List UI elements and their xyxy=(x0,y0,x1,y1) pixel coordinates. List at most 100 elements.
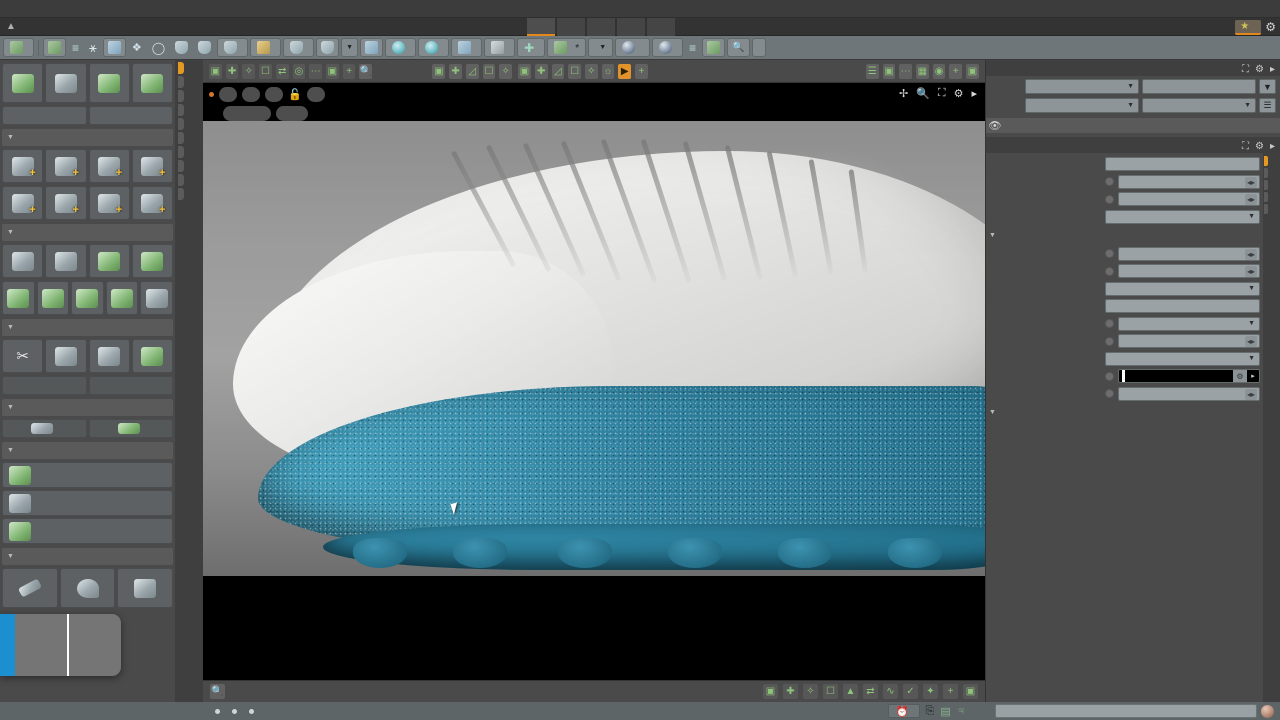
render-density-input[interactable]: ◂▸ xyxy=(1118,192,1260,206)
layout-tab-render[interactable] xyxy=(617,18,645,36)
sidebar-tab-create[interactable] xyxy=(178,62,184,74)
add-layer-dropdown[interactable]: ▼ xyxy=(1142,98,1256,113)
expand-properties-icon[interactable]: ⛶ xyxy=(1242,141,1249,152)
topology-pen-button[interactable] xyxy=(131,244,173,278)
list-view-icon[interactable]: ☰ xyxy=(864,62,880,80)
bottom-wave-icon[interactable]: ∿ xyxy=(882,683,899,700)
command-run-icon[interactable] xyxy=(1261,704,1274,718)
viewport-camera-dropdown[interactable] xyxy=(223,105,271,121)
image-view-icon[interactable]: ▦ xyxy=(915,62,930,80)
random-seed-input[interactable]: ◂▸ xyxy=(1118,174,1260,189)
layers-view-icon[interactable]: ▣ xyxy=(881,62,897,80)
quick-align-button[interactable] xyxy=(2,419,87,438)
rotate-item-icon[interactable]: ◿ xyxy=(464,62,480,80)
add-viewport-icon[interactable]: + xyxy=(634,62,649,80)
tack-tool-button[interactable] xyxy=(2,490,173,516)
spinner-icon[interactable]: ◂▸ xyxy=(1245,388,1257,400)
polygon-mode-button[interactable] xyxy=(194,38,215,57)
section-header-measure[interactable]: ▼ xyxy=(2,548,173,565)
move-item-icon[interactable]: ✚ xyxy=(448,62,463,80)
create-shape-tool-button[interactable] xyxy=(88,63,130,103)
ground-align-button[interactable] xyxy=(88,419,173,438)
bottom-move-icon[interactable]: ✚ xyxy=(782,683,799,700)
viewports-button[interactable] xyxy=(3,38,34,57)
lock-icon[interactable]: 🔓 xyxy=(288,88,302,101)
prop-tab-user-channels[interactable] xyxy=(1264,192,1268,202)
sketch-button[interactable] xyxy=(105,281,139,315)
spinner-icon[interactable]: ◂▸ xyxy=(1245,176,1257,188)
density-vmap-dropdown[interactable]: ▼ xyxy=(1105,209,1260,224)
layout-tab-animate[interactable] xyxy=(587,18,615,36)
section-header-draw[interactable]: ▼ xyxy=(2,224,173,241)
mesh-paint-button[interactable] xyxy=(2,462,173,488)
section-header-primitives[interactable]: ▼ xyxy=(2,129,173,146)
bottom-item-icon[interactable]: ▣ xyxy=(762,683,779,700)
shader-filter-dropdown[interactable]: ▼ xyxy=(1025,98,1139,113)
bounds-button[interactable] xyxy=(250,38,282,57)
section-header-place[interactable]: ▼ xyxy=(2,442,173,459)
section-header-align[interactable]: ▼ xyxy=(2,399,173,416)
symmetry-button[interactable] xyxy=(484,38,516,57)
select-through-button[interactable] xyxy=(102,38,126,57)
zoom-viewport-icon[interactable]: 🔍 xyxy=(916,87,930,100)
unmerge-button[interactable] xyxy=(2,376,87,395)
tool-search-icon[interactable]: 🔍 xyxy=(358,62,374,80)
selection-mode-button[interactable] xyxy=(316,38,340,57)
move-viewport-icon[interactable]: ✢ xyxy=(899,87,908,100)
prop-tab-fur-material[interactable] xyxy=(1264,156,1268,166)
bottom-rotate-icon[interactable]: ✧ xyxy=(802,683,819,700)
width-vmap-dropdown[interactable]: ▼ xyxy=(1105,351,1260,366)
drop-action-dropdown[interactable]: ▼ xyxy=(588,38,614,57)
mesh-cleanup-button[interactable] xyxy=(2,106,87,125)
join-tool-button[interactable] xyxy=(131,339,173,373)
merge-button[interactable] xyxy=(88,376,173,395)
add-capsule-button[interactable] xyxy=(88,149,130,183)
scale-tool-icon[interactable]: ☐ xyxy=(258,62,273,80)
panel-menu-icon[interactable]: ▸ xyxy=(1270,64,1275,75)
window-view-icon[interactable]: ▣ xyxy=(965,62,980,80)
layer-options-icon[interactable]: ☰ xyxy=(1259,98,1276,113)
curve-tool-button[interactable] xyxy=(36,281,70,315)
create-transform-tool-button[interactable] xyxy=(131,63,173,103)
tapering-gradient-editor[interactable]: ⚙ ▸ xyxy=(1118,369,1260,383)
selection-sets-button[interactable] xyxy=(360,38,384,57)
render-canvas[interactable] xyxy=(203,121,985,680)
curve-fill-button[interactable] xyxy=(140,281,173,315)
viewport-layout-button[interactable] xyxy=(43,38,66,57)
ruler-tool-button[interactable] xyxy=(2,568,58,608)
bottom-camera-icon[interactable]: ☐ xyxy=(822,683,839,700)
protractor-tool-button[interactable] xyxy=(59,568,116,608)
stitch-mesh-button[interactable] xyxy=(2,518,173,544)
viewport-lut-dropdown[interactable] xyxy=(306,86,325,102)
timeline-icon[interactable]: ▤ xyxy=(940,705,950,718)
polygon-draw-button[interactable] xyxy=(45,244,87,278)
width-sizing-mode-dropdown[interactable]: ▼ xyxy=(1118,316,1260,331)
sidebar-tab-vertex[interactable] xyxy=(178,132,184,144)
falloff-button[interactable] xyxy=(418,38,450,57)
gradient-expand-icon[interactable]: ▸ xyxy=(1248,370,1258,382)
gradient-handle[interactable] xyxy=(1122,370,1125,382)
snapshot-group-icon[interactable]: ☼ xyxy=(600,62,616,80)
sidebar-tab-curve[interactable] xyxy=(178,174,184,186)
layout-tab-vr[interactable] xyxy=(647,18,675,36)
preview-render-toggle[interactable]: ▶ xyxy=(617,62,633,80)
bottom-deform-icon[interactable]: ⇄ xyxy=(862,683,879,700)
random-seed-knob[interactable] xyxy=(1105,177,1114,186)
viewport-gear-icon[interactable]: ⚙ xyxy=(954,87,964,100)
rotate-group-icon[interactable]: ◿ xyxy=(550,62,566,80)
length-knob[interactable] xyxy=(1105,266,1114,276)
viewport-rendering-status[interactable] xyxy=(265,86,283,102)
add-layout-tab-button[interactable] xyxy=(677,18,693,36)
falloff-tool-icon[interactable]: ⋯ xyxy=(308,62,324,80)
sidebar-tab-select[interactable] xyxy=(178,76,184,88)
properties-gear-icon[interactable]: ⚙ xyxy=(1255,141,1264,152)
sidebar-tab-fusion[interactable] xyxy=(178,188,184,200)
offset-knob[interactable] xyxy=(1105,389,1114,398)
shader-view-dropdown[interactable]: ▼ xyxy=(1025,79,1139,94)
nodes-view-icon[interactable]: ◉ xyxy=(931,62,947,80)
add-plane-button[interactable] xyxy=(131,186,173,220)
assign-material-button[interactable] xyxy=(1142,79,1256,94)
search-button[interactable]: 🔍 xyxy=(727,38,750,57)
pivot-tool-icon[interactable]: ▣ xyxy=(325,62,340,80)
spinner-icon[interactable]: ◂▸ xyxy=(1245,266,1257,277)
